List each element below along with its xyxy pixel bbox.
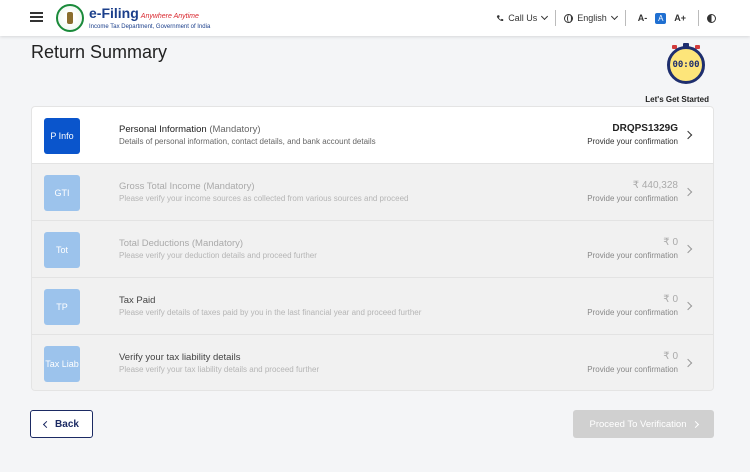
top-header: e-Filing Anywhere Anytime Income Tax Depa…	[0, 0, 750, 36]
row-confirm-text: Provide your confirmation	[587, 251, 678, 260]
row-value: DRQPS1329G	[612, 123, 678, 134]
row-badge: Tot	[44, 232, 80, 268]
row-description: Please verify details of taxes paid by y…	[119, 308, 422, 317]
font-decrease-button[interactable]: A-	[638, 13, 648, 23]
divider	[555, 10, 557, 26]
divider	[698, 10, 699, 26]
language-label: English	[577, 13, 607, 23]
row-badge: GTI	[44, 175, 80, 211]
logo-title: e-Filing	[89, 5, 139, 21]
chevron-down-icon	[610, 12, 618, 21]
row-personal-information[interactable]: P Info Personal Information (Mandatory) …	[32, 107, 713, 164]
row-value: ₹ 440,328	[632, 180, 678, 191]
row-badge: TP	[44, 289, 80, 325]
row-title: Tax Paid	[119, 295, 156, 306]
row-description: Please verify your tax liability details…	[119, 365, 320, 374]
logo-tagline: Anywhere Anytime	[140, 13, 199, 20]
row-description: Please verify your income sources as col…	[119, 194, 409, 203]
row-confirm-text: Provide your confirmation	[587, 137, 678, 146]
chevron-right-icon	[691, 420, 699, 428]
row-tax-liability[interactable]: Tax Liab Verify your tax liability detai…	[32, 335, 713, 390]
chevron-down-icon	[541, 12, 549, 21]
chevron-right-icon[interactable]	[683, 301, 693, 311]
row-confirm-text: Provide your confirmation	[587, 194, 678, 203]
call-us-dropdown[interactable]: Call Us	[496, 12, 549, 23]
efiling-logo[interactable]: e-Filing Anywhere Anytime Income Tax Depa…	[56, 3, 210, 33]
logo-subtitle: Income Tax Department, Government of Ind…	[89, 24, 211, 30]
hamburger-menu-icon[interactable]	[30, 12, 43, 22]
font-increase-button[interactable]: A+	[674, 13, 686, 23]
call-us-label: Call Us	[508, 13, 538, 23]
row-gross-total-income[interactable]: GTI Gross Total Income (Mandatory) Pleas…	[32, 164, 713, 221]
chevron-right-icon[interactable]	[683, 244, 693, 254]
chevron-right-icon[interactable]	[683, 358, 693, 368]
row-value: ₹ 0	[663, 294, 678, 305]
row-description: Details of personal information, contact…	[119, 137, 376, 146]
proceed-to-verification-button[interactable]: Proceed To Verification	[573, 410, 714, 438]
chevron-left-icon	[43, 420, 51, 428]
mandatory-label: (Mandatory)	[209, 124, 261, 135]
emblem-icon	[56, 4, 84, 32]
proceed-label: Proceed To Verification	[589, 418, 687, 430]
row-description: Please verify your deduction details and…	[119, 251, 317, 260]
row-title: Total Deductions	[119, 238, 190, 249]
summary-list: P Info Personal Information (Mandatory) …	[31, 106, 714, 391]
row-tax-paid[interactable]: TP Tax Paid Please verify details of tax…	[32, 278, 713, 335]
row-title: Verify your tax liability details	[119, 352, 241, 363]
language-dropdown[interactable]: English	[564, 12, 618, 23]
globe-icon	[564, 13, 574, 23]
row-title: Personal Information	[119, 124, 207, 135]
divider	[624, 10, 626, 26]
row-confirm-text: Provide your confirmation	[587, 308, 678, 317]
chevron-right-icon[interactable]	[683, 130, 693, 140]
row-total-deductions[interactable]: Tot Total Deductions (Mandatory) Please …	[32, 221, 713, 278]
page-title: Return Summary	[31, 42, 168, 62]
contrast-toggle-icon[interactable]	[707, 13, 716, 23]
chevron-right-icon[interactable]	[683, 187, 693, 197]
row-badge: P Info	[44, 118, 80, 154]
row-value: ₹ 0	[663, 237, 678, 248]
row-badge: Tax Liab	[44, 346, 80, 382]
mandatory-label: (Mandatory)	[203, 181, 255, 192]
timer-label: Let's Get Started	[645, 95, 709, 104]
mandatory-label: (Mandatory)	[191, 238, 244, 249]
back-button[interactable]: Back	[30, 410, 93, 438]
stopwatch-icon: 00:00	[667, 46, 705, 84]
row-confirm-text: Provide your confirmation	[587, 365, 678, 374]
row-value: ₹ 0	[663, 351, 678, 362]
phone-icon	[496, 14, 504, 21]
font-normal-button[interactable]: A	[655, 12, 667, 24]
row-title: Gross Total Income	[119, 181, 201, 192]
timer-display: 00:00	[672, 60, 700, 70]
back-label: Back	[55, 418, 79, 430]
